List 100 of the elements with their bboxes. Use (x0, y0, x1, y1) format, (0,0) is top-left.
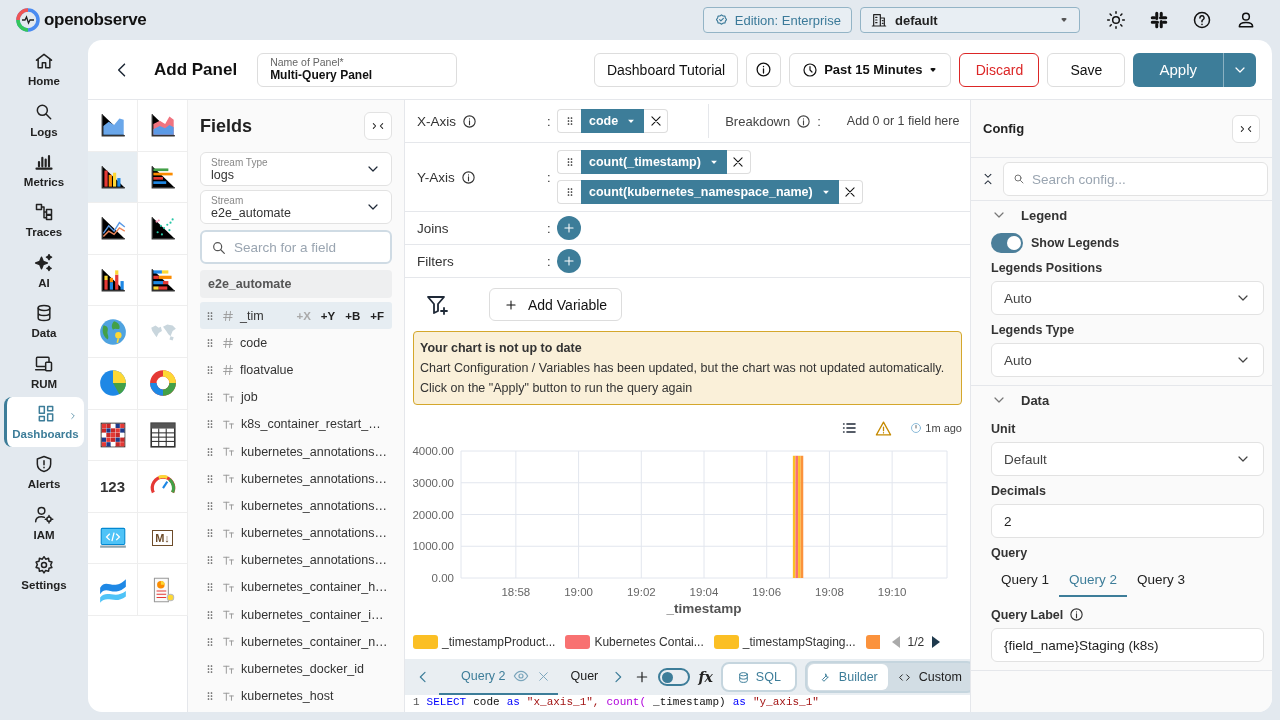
remove-button[interactable] (838, 180, 863, 204)
legend-label[interactable]: _timestampProduct... (442, 635, 556, 649)
field-item[interactable]: kubernetes_annotations… (200, 492, 392, 520)
add-button[interactable] (557, 249, 581, 273)
field-item[interactable]: kubernetes_container_n… (200, 628, 392, 656)
input-field[interactable]: 2 (991, 504, 1264, 538)
field-item[interactable]: kubernetes_annotations… (200, 437, 392, 466)
toggle-label: Show Legends (1031, 236, 1120, 250)
time-range-picker[interactable]: Past 15 Minutes (789, 52, 952, 87)
database-icon (34, 303, 54, 324)
field-item[interactable]: floatvalue (200, 356, 392, 384)
axis-field-chip[interactable]: code (581, 109, 645, 133)
badge-check-icon (713, 12, 729, 28)
nav-item[interactable]: Alerts (4, 447, 84, 498)
section-header[interactable]: Data (991, 386, 1050, 414)
help-icon[interactable] (1192, 10, 1212, 30)
field-item[interactable]: code (200, 329, 392, 357)
nav-item[interactable]: Settings (4, 547, 84, 599)
collapse-button[interactable] (364, 112, 392, 140)
legend-label[interactable]: Kubernetes Contai... (594, 635, 704, 649)
remove-button[interactable] (644, 109, 669, 133)
legend-page-indicator: 1/2 (907, 635, 925, 649)
select-field[interactable]: Default (991, 442, 1264, 476)
organization-select[interactable]: default (860, 7, 1080, 33)
sql-button[interactable]: SQL (720, 662, 797, 692)
chart-type-option[interactable]: 123 (88, 461, 138, 513)
field-item[interactable]: kubernetes_docker_id (200, 655, 392, 683)
field-name: kubernetes_host (241, 689, 334, 704)
axis-field-chip[interactable]: count(_timestamp) (581, 150, 727, 174)
nav-item[interactable]: Dashboards (4, 396, 84, 448)
chart-type-option[interactable] (88, 203, 138, 255)
field-item[interactable]: kubernetes_container_i… (200, 601, 392, 629)
field-item[interactable]: k8s_container_restart_… (200, 410, 392, 438)
axis-field-chip[interactable]: count(kubernetes_namespace_name) (581, 180, 839, 204)
query-tab[interactable]: Query 2 (1059, 566, 1128, 597)
nav-item[interactable]: Home (4, 44, 84, 95)
query-tab[interactable]: Query 1 (991, 566, 1060, 597)
input-field[interactable]: {field_name}Staging (k8s) (991, 628, 1264, 662)
list-icon[interactable] (841, 420, 858, 436)
select-field[interactable]: Auto (991, 343, 1264, 377)
tutorial-button[interactable]: Dashboard Tutorial (593, 52, 739, 87)
database-icon (736, 670, 750, 684)
stream-type-select[interactable]: Stream Type logs (200, 152, 392, 186)
stream-select[interactable]: Stream e2e_automate (200, 190, 392, 224)
plus-icon (504, 297, 518, 312)
mode-tab[interactable]: Custom (887, 664, 972, 690)
chart-type-option[interactable] (88, 151, 138, 204)
field-item[interactable]: kubernetes_container_h… (200, 573, 392, 602)
nav-item[interactable]: AI (4, 245, 84, 296)
nav-item[interactable]: Data (4, 295, 84, 347)
separator: : (547, 253, 552, 269)
nav-item[interactable]: IAM (4, 497, 84, 548)
info-button[interactable] (746, 52, 782, 87)
y-tick-label: 0.00 (431, 572, 454, 584)
sun-icon[interactable] (1106, 10, 1126, 30)
text-type-icon (222, 608, 235, 622)
query-tab[interactable]: Quer (566, 659, 603, 695)
field-item[interactable]: kubernetes_host (200, 682, 392, 710)
chevron-right-icon (68, 410, 78, 421)
legend-label[interactable]: _timestampStaging... (742, 635, 856, 649)
x-tick-label: 19:02 (626, 586, 656, 598)
add-button[interactable] (557, 216, 581, 240)
nav-item[interactable]: Traces (4, 195, 84, 246)
add-field-button[interactable]: +F (366, 309, 388, 322)
edition-button[interactable]: Edition: Enterprise (702, 7, 852, 33)
collapse-button[interactable] (1232, 114, 1260, 143)
user-icon[interactable] (1236, 10, 1256, 30)
chart-type-option[interactable] (138, 100, 188, 152)
chart-type-option[interactable] (138, 409, 188, 462)
field-item[interactable]: job (200, 383, 392, 411)
add-field-button[interactable]: +B (341, 309, 365, 322)
remove-button[interactable] (726, 150, 751, 174)
search-icon (211, 240, 227, 256)
config-search-field[interactable]: Search config... (1003, 162, 1268, 196)
add-variable-button[interactable]: Add Variable (489, 288, 623, 321)
section-header[interactable]: Legend (991, 201, 1068, 229)
discard-button[interactable]: Discard (959, 52, 1040, 87)
chart-type-option[interactable] (88, 100, 138, 152)
select-field[interactable]: Auto (991, 281, 1264, 315)
save-button[interactable]: Save (1047, 52, 1126, 87)
add-field-button[interactable]: +Y (316, 309, 340, 322)
nav-item[interactable]: Metrics (4, 144, 84, 196)
expand-collapse-icon[interactable] (981, 172, 995, 186)
hash-grid-icon[interactable] (1150, 11, 1168, 29)
function-button[interactable]: fx (698, 669, 713, 685)
field-item[interactable]: kubernetes_annotations… (200, 465, 392, 493)
panel-name-field[interactable]: Name of Panel* Multi-Query Panel (257, 52, 458, 87)
mode-tab[interactable]: Builder (807, 664, 888, 690)
nav-item[interactable]: Logs (4, 94, 84, 145)
field-label: Unit (991, 422, 1016, 436)
search-field[interactable]: Search for a field (200, 230, 392, 264)
query-tab[interactable]: Query 3 (1127, 566, 1196, 597)
nav-item[interactable]: RUM (4, 346, 84, 397)
chart-type-option[interactable] (88, 254, 138, 307)
field-item[interactable]: kubernetes_annotations… (200, 546, 392, 574)
toggle-switch[interactable] (658, 668, 691, 686)
toggle-switch[interactable] (991, 233, 1023, 253)
chart-type-option[interactable] (88, 409, 138, 462)
field-item[interactable]: kubernetes_annotations… (200, 519, 392, 547)
y-tick-label: 3000.00 (412, 476, 454, 489)
